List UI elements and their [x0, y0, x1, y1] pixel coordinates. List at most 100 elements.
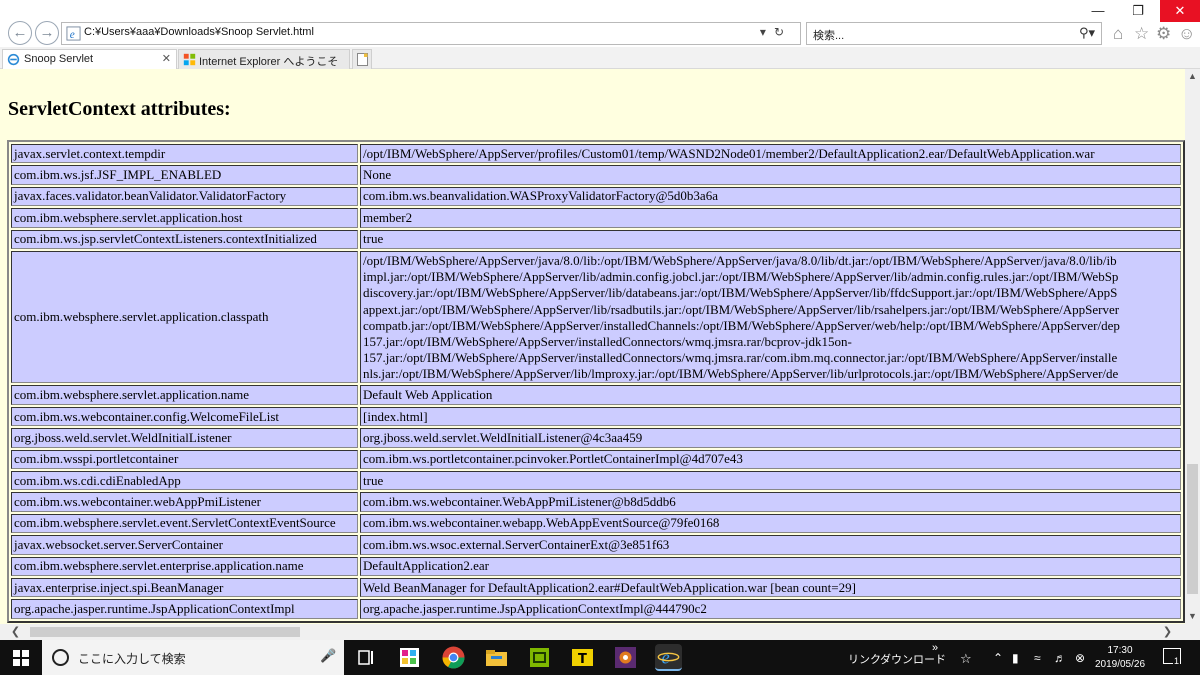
table-row: javax.enterprise.inject.spi.BeanManager …	[11, 577, 1181, 598]
svg-text:e: e	[662, 648, 670, 668]
forward-arrow-icon: →	[39, 24, 55, 41]
search-placeholder[interactable]: 検索...	[813, 27, 844, 43]
wifi-icon[interactable]: ≈	[1034, 651, 1041, 665]
search-box[interactable]: 検索... ⚲▾	[806, 22, 1102, 45]
scroll-left-icon[interactable]: ❮	[8, 624, 23, 640]
favorites-star-icon[interactable]: ☆	[1134, 24, 1149, 44]
attribute-value: org.jboss.weld.servlet.WeldInitialListen…	[360, 428, 1181, 448]
tab-snoop-servlet[interactable]: Snoop Servlet ✕	[2, 49, 177, 69]
back-button[interactable]: ←	[8, 21, 32, 45]
classpath-line: appext.jar:/opt/IBM/WebSphere/AppServer/…	[363, 301, 1120, 317]
classpath-line: discovery.jar:/opt/IBM/WebSphere/AppServ…	[363, 285, 1118, 301]
address-bar[interactable]: e C:¥Users¥aaa¥Downloads¥Snoop Servlet.h…	[61, 22, 801, 45]
action-center-icon[interactable]: 1	[1163, 648, 1181, 666]
table-row: com.ibm.ws.cdi.cdiEnabledApp true	[11, 471, 1181, 491]
show-hidden-icons-icon[interactable]: ⌃	[993, 651, 1003, 665]
horizontal-scrollbar[interactable]: ❮ ❯	[0, 624, 1185, 640]
attribute-value: com.ibm.ws.webcontainer.WebAppPmiListene…	[360, 492, 1181, 512]
scroll-right-icon[interactable]: ❯	[1160, 624, 1175, 640]
scrollbar-corner	[1185, 624, 1200, 640]
refresh-dropdown-icons[interactable]: ▾↻	[760, 25, 792, 39]
table-row: com.ibm.websphere.servlet.enterprise.app…	[11, 556, 1181, 576]
attribute-key: javax.enterprise.inject.spi.BeanManager	[11, 577, 358, 598]
smiley-feedback-icon[interactable]: ☺	[1178, 24, 1195, 44]
minimize-button[interactable]: —	[1078, 0, 1118, 22]
attribute-value: com.ibm.ws.webcontainer.webapp.WebAppEve…	[360, 513, 1181, 534]
attribute-key: org.apache.jasper.runtime.JspApplication…	[11, 599, 358, 619]
attribute-value-classpath: /opt/IBM/WebSphere/AppServer/java/8.0/li…	[360, 250, 1181, 384]
clock-time: 17:30	[1107, 645, 1133, 656]
attribute-value: com.ibm.ws.wsoc.external.ServerContainer…	[360, 535, 1181, 555]
search-icon[interactable]: ⚲▾	[1079, 25, 1095, 41]
tray-chevron-icon[interactable]: »	[932, 642, 938, 654]
new-tab-button[interactable]	[352, 49, 372, 69]
address-url[interactable]: C:¥Users¥aaa¥Downloads¥Snoop Servlet.htm…	[84, 26, 314, 38]
servlet-context-attributes-table: javax.servlet.context.tempdir /opt/IBM/W…	[7, 140, 1185, 623]
scroll-down-icon[interactable]: ▼	[1185, 609, 1200, 624]
attribute-key: org.jboss.weld.servlet.WeldInitialListen…	[11, 428, 358, 448]
tab-ie-welcome[interactable]: Internet Explorer へようこそ	[178, 49, 350, 69]
chrome-app-icon[interactable]	[440, 644, 467, 671]
network-app-icon[interactable]	[526, 644, 553, 671]
cortana-circle-icon	[52, 649, 69, 666]
page-content: ServletContext attributes: javax.servlet…	[0, 69, 1185, 624]
scroll-up-icon[interactable]: ▲	[1185, 69, 1200, 84]
table-row-classpath: com.ibm.websphere.servlet.application.cl…	[11, 250, 1181, 384]
attribute-key: com.ibm.ws.webcontainer.config.WelcomeFi…	[11, 406, 358, 427]
attribute-value: member2	[360, 208, 1181, 228]
vertical-scroll-thumb[interactable]	[1187, 464, 1198, 594]
attribute-key: com.ibm.websphere.servlet.event.ServletC…	[11, 513, 358, 534]
browser-toolbar: — ❐ ✕ ← → e C:¥Users¥aaa¥Downloads¥Snoop…	[0, 0, 1200, 47]
table-row: com.ibm.websphere.servlet.application.ho…	[11, 208, 1181, 228]
ie-tab-icon	[7, 53, 20, 66]
horizontal-scroll-thumb[interactable]	[30, 627, 300, 637]
attribute-key: com.ibm.websphere.servlet.application.cl…	[11, 250, 358, 384]
settings-gear-icon[interactable]: ⚙	[1156, 24, 1171, 44]
classpath-line: 157.jar:/opt/IBM/WebSphere/AppServer/ins…	[363, 333, 852, 349]
internet-explorer-app-icon[interactable]: e	[655, 644, 682, 671]
classpath-line: 157.jar:/opt/IBM/WebSphere/AppServer/ins…	[363, 350, 1118, 366]
forward-button[interactable]: →	[35, 21, 59, 45]
attribute-value: Weld BeanManager for DefaultApplication2…	[360, 577, 1181, 598]
table-row: javax.servlet.context.tempdir /opt/IBM/W…	[11, 144, 1181, 164]
attribute-key: com.ibm.ws.cdi.cdiEnabledApp	[11, 471, 358, 491]
attribute-key: com.ibm.websphere.servlet.application.ho…	[11, 208, 358, 228]
ime-icon[interactable]: ⊗	[1075, 651, 1085, 665]
close-window-button[interactable]: ✕	[1160, 0, 1200, 22]
task-view-icon[interactable]	[352, 644, 379, 671]
taskbar-clock[interactable]: 17:30 2019/05/26	[1090, 644, 1150, 672]
windows-logo-icon	[183, 53, 196, 66]
speaker-muted-icon[interactable]: ♬	[1054, 651, 1066, 665]
table-row: org.jboss.weld.servlet.WeldInitialListen…	[11, 428, 1181, 448]
attribute-value: Default Web Application	[360, 385, 1181, 405]
taskbar-search-box[interactable]: ここに入力して検索 🎤	[42, 640, 344, 675]
tray-links-label[interactable]: リンク	[848, 651, 881, 667]
attribute-key: com.ibm.ws.webcontainer.webAppPmiListene…	[11, 492, 358, 512]
sticky-notes-app-icon[interactable]	[396, 644, 423, 671]
classpath-line: impl.jar:/opt/IBM/WebSphere/AppServer/li…	[363, 269, 1119, 285]
home-icon[interactable]: ⌂	[1113, 24, 1123, 44]
close-tab-icon[interactable]: ✕	[162, 52, 171, 65]
table-row: com.ibm.wsspi.portletcontainer com.ibm.w…	[11, 449, 1181, 470]
battery-icon[interactable]: ▮	[1012, 651, 1019, 665]
tab-label: Snoop Servlet	[24, 53, 94, 65]
taskbar-search-placeholder[interactable]: ここに入力して検索	[78, 650, 186, 667]
notification-count: 1	[1173, 656, 1181, 666]
vertical-scrollbar[interactable]: ▲ ▼	[1185, 69, 1200, 624]
people-icon[interactable]: ☆	[960, 651, 972, 667]
game-app-icon[interactable]	[612, 644, 639, 671]
attribute-key: com.ibm.wsspi.portletcontainer	[11, 449, 358, 470]
terminal-app-icon[interactable]: T	[569, 644, 596, 671]
classpath-line: /opt/IBM/WebSphere/AppServer/java/8.0/li…	[363, 252, 1117, 268]
attributes-table-body: javax.servlet.context.tempdir /opt/IBM/W…	[11, 144, 1181, 619]
attribute-key: com.ibm.websphere.servlet.enterprise.app…	[11, 556, 358, 576]
tab-label: Internet Explorer へようこそ	[199, 56, 339, 68]
classpath-line: compatb.jar:/opt/IBM/WebSphere/AppServer…	[363, 317, 1120, 333]
file-explorer-app-icon[interactable]	[483, 644, 510, 671]
back-arrow-icon: ←	[12, 24, 28, 41]
page-heading: ServletContext attributes:	[8, 98, 231, 120]
attribute-value: true	[360, 471, 1181, 491]
microphone-icon[interactable]: 🎤	[320, 648, 336, 664]
start-button[interactable]	[0, 640, 42, 675]
restore-button[interactable]: ❐	[1118, 0, 1158, 22]
